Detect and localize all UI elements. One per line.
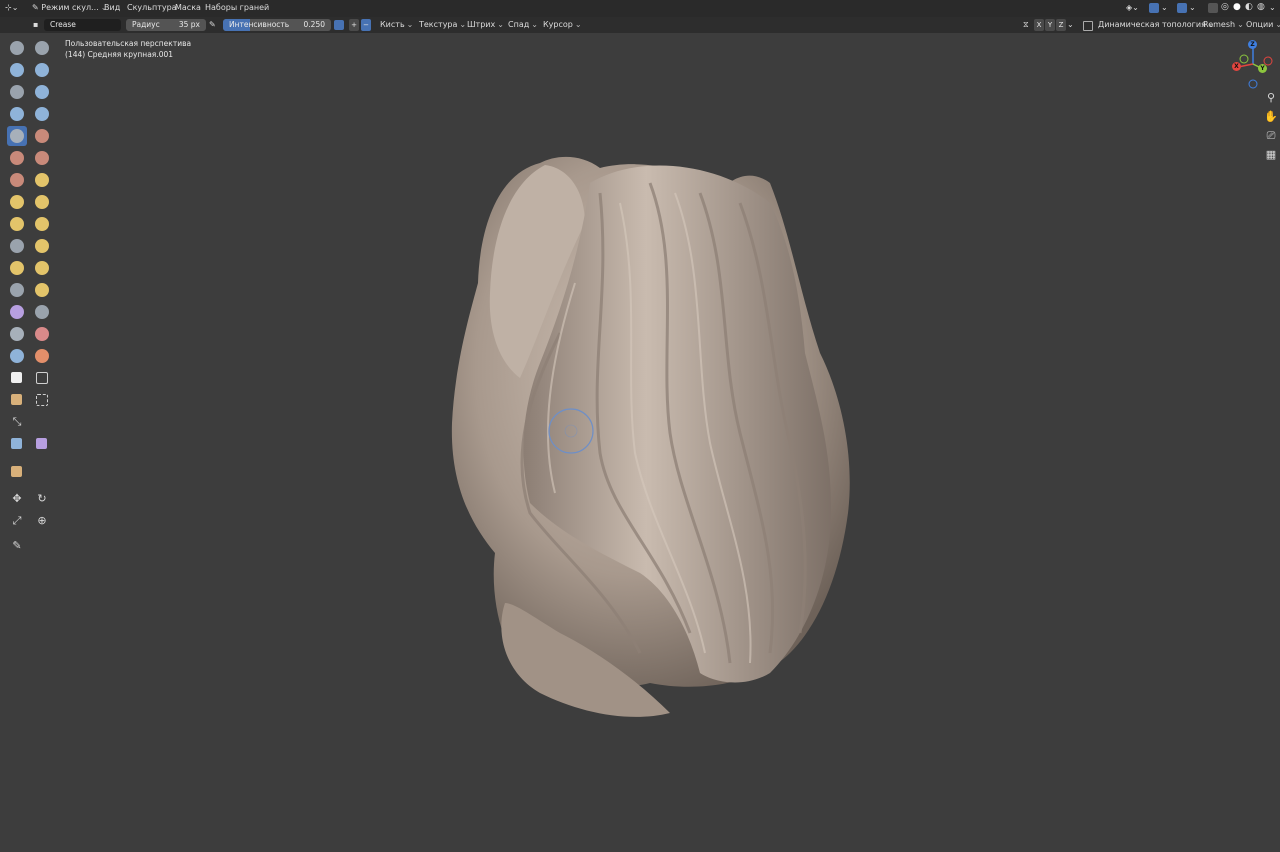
annotate-tool-icon[interactable]: ✎ bbox=[7, 536, 27, 556]
mode-label: Режим скул... bbox=[41, 3, 99, 12]
strength-pressure-icon[interactable] bbox=[334, 20, 344, 30]
tool-snake-hook[interactable] bbox=[32, 214, 52, 234]
camera-icon[interactable]: ⎚ bbox=[1264, 129, 1278, 143]
strength-label: Интенсивность bbox=[229, 20, 290, 29]
menu-stroke[interactable]: Штрих bbox=[467, 19, 504, 31]
overlays-toggle-icon[interactable] bbox=[1177, 3, 1187, 13]
tool-smooth[interactable] bbox=[32, 126, 52, 146]
brush-name-field[interactable]: Crease bbox=[44, 19, 121, 31]
tool-multires-displacement[interactable] bbox=[7, 346, 27, 366]
direction-add-button[interactable]: + bbox=[349, 19, 359, 31]
options-menu[interactable]: Опции bbox=[1246, 19, 1280, 31]
strength-value: 0.250 bbox=[303, 20, 325, 29]
gizmo-toggle-icon[interactable] bbox=[1149, 3, 1159, 13]
menu-brush[interactable]: Кисть bbox=[380, 19, 413, 31]
tool-draw[interactable] bbox=[7, 38, 27, 58]
view-object-types-icon[interactable]: ◈⌄ bbox=[1126, 3, 1139, 12]
menu-falloff[interactable]: Спад bbox=[508, 19, 538, 31]
symmetry-y[interactable]: Y bbox=[1045, 19, 1055, 31]
tool-rotate[interactable] bbox=[32, 258, 52, 278]
menu-sculpt[interactable]: Скульптура bbox=[127, 3, 177, 12]
symmetry-icon: ⧖ bbox=[1023, 20, 1029, 29]
radius-slider[interactable]: Радиус 35 px bbox=[126, 19, 206, 31]
tool-pinch[interactable] bbox=[7, 192, 27, 212]
3d-viewport[interactable]: Пользовательская перспектива (144) Средн… bbox=[0, 33, 1280, 852]
tool-mesh-filter[interactable] bbox=[7, 434, 27, 454]
tool-settings-header: ▪ Crease Радиус 35 px ✎ Интенсивность 0.… bbox=[0, 17, 1280, 33]
rotate-tool-icon[interactable]: ↻ bbox=[32, 489, 52, 509]
shading-wireframe-icon[interactable]: ◎ bbox=[1221, 2, 1229, 12]
tool-box-trim[interactable] bbox=[32, 390, 52, 410]
tool-boundary[interactable] bbox=[32, 280, 52, 300]
overlays-dropdown-icon[interactable]: ⌄ bbox=[1189, 3, 1196, 12]
tool-grab[interactable] bbox=[32, 192, 52, 212]
gizmo-x-axis[interactable]: X bbox=[1232, 62, 1241, 71]
gizmo-z-axis[interactable]: Z bbox=[1248, 40, 1257, 49]
remesh-menu[interactable]: Remesh bbox=[1203, 19, 1244, 31]
menu-face-sets[interactable]: Наборы граней bbox=[205, 3, 269, 12]
pan-hand-icon[interactable]: ✋ bbox=[1264, 110, 1278, 124]
tool-box-hide[interactable] bbox=[32, 368, 52, 388]
dyntopo-checkbox[interactable] bbox=[1083, 21, 1093, 31]
tool-scrape[interactable] bbox=[7, 170, 27, 190]
zoom-icon[interactable]: ⚲ bbox=[1264, 91, 1278, 105]
tool-clay-strips[interactable] bbox=[32, 60, 52, 80]
tool-cloth[interactable] bbox=[7, 302, 27, 322]
direction-subtract-button[interactable]: − bbox=[361, 19, 371, 31]
tool-flatten[interactable] bbox=[7, 148, 27, 168]
tool-paint[interactable] bbox=[32, 346, 52, 366]
symmetry-z[interactable]: Z bbox=[1056, 19, 1066, 31]
shading-solid-icon[interactable]: ● bbox=[1233, 2, 1241, 12]
radius-pressure-icon[interactable]: ✎ bbox=[209, 20, 216, 29]
tool-box-mask[interactable] bbox=[7, 368, 27, 388]
dyntopo-menu[interactable]: Динамическая топология bbox=[1098, 19, 1215, 31]
symmetry-x[interactable]: X bbox=[1034, 19, 1044, 31]
menu-cursor[interactable]: Курсор bbox=[543, 19, 582, 31]
tool-mask[interactable] bbox=[7, 324, 27, 344]
shading-dropdown-icon[interactable]: ⌄ bbox=[1269, 3, 1276, 12]
scale-tool-icon[interactable]: ⤢ bbox=[7, 511, 27, 531]
tool-thumb[interactable] bbox=[7, 236, 27, 256]
menu-texture[interactable]: Текстура bbox=[419, 19, 466, 31]
tool-crease[interactable] bbox=[7, 126, 27, 146]
tool-inflate[interactable] bbox=[7, 104, 27, 124]
menu-view[interactable]: Вид bbox=[104, 3, 120, 12]
sculpt-mesh[interactable] bbox=[0, 33, 1280, 852]
tool-simplify[interactable] bbox=[32, 302, 52, 322]
perspective-grid-icon[interactable]: ▦ bbox=[1264, 148, 1278, 162]
xray-toggle-icon[interactable] bbox=[1208, 3, 1218, 13]
tool-clay-thumb[interactable] bbox=[7, 82, 27, 102]
tool-color-filter[interactable] bbox=[7, 462, 27, 482]
tool-draw-face-sets[interactable] bbox=[32, 324, 52, 344]
tool-draw-sharp[interactable] bbox=[32, 38, 52, 58]
tool-elastic-deform[interactable] bbox=[7, 214, 27, 234]
main-header: ⊹⌄ ✎ Режим скул... Вид Скульптура Маска … bbox=[0, 0, 1280, 17]
radius-label: Радиус bbox=[132, 20, 160, 29]
tool-line-project[interactable]: ⤡ bbox=[7, 412, 27, 432]
mode-selector[interactable]: ✎ Режим скул... bbox=[32, 3, 107, 12]
tool-slide-relax[interactable] bbox=[7, 280, 27, 300]
symmetry-dropdown-icon[interactable]: ⌄ bbox=[1067, 20, 1074, 29]
editor-type-icon[interactable]: ⊹⌄ bbox=[5, 3, 18, 12]
move-tool-icon[interactable]: ✥ bbox=[7, 489, 27, 509]
transform-tool-icon[interactable]: ⊕ bbox=[32, 511, 52, 531]
tool-fill[interactable] bbox=[32, 148, 52, 168]
tool-blob[interactable] bbox=[32, 104, 52, 124]
tool-multiplane-scrape[interactable] bbox=[32, 170, 52, 190]
tool-nudge[interactable] bbox=[7, 258, 27, 278]
tool-layer[interactable] bbox=[32, 82, 52, 102]
tool-pose[interactable] bbox=[32, 236, 52, 256]
gizmo-dropdown-icon[interactable]: ⌄ bbox=[1161, 3, 1168, 12]
strength-slider[interactable]: Интенсивность 0.250 bbox=[223, 19, 331, 31]
tool-cloth-filter[interactable] bbox=[32, 434, 52, 454]
tool-clay[interactable] bbox=[7, 60, 27, 80]
tool-box-face-set[interactable] bbox=[7, 390, 27, 410]
gizmo-y-axis[interactable]: Y bbox=[1258, 64, 1267, 73]
brush-name: Crease bbox=[50, 20, 76, 29]
shading-material-icon[interactable]: ◐ bbox=[1245, 2, 1253, 12]
shading-rendered-icon[interactable]: ◍ bbox=[1257, 2, 1265, 12]
menu-mask[interactable]: Маска bbox=[175, 3, 201, 12]
radius-value: 35 px bbox=[178, 20, 200, 29]
brush-icon: ▪ bbox=[33, 20, 39, 29]
